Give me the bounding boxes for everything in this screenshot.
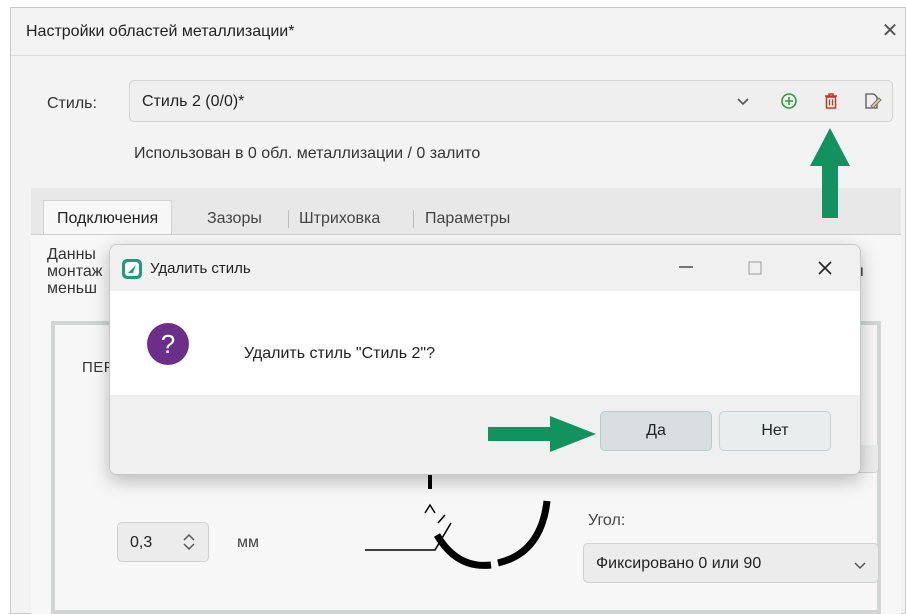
dialog-title-bar: Удалить стиль	[110, 245, 860, 291]
tab-hatching[interactable]: Штриховка	[299, 200, 380, 234]
tab-hatching-label: Штриховка	[299, 210, 381, 227]
dialog-message: Удалить стиль "Стиль 2"?	[244, 345, 436, 362]
svg-text:?: ?	[161, 329, 175, 359]
unit-label: мм	[237, 534, 259, 551]
chevron-down-icon[interactable]	[734, 92, 752, 110]
tab-bar: Подключения Зазоры Штриховка Параметры	[31, 188, 901, 234]
tab-clearances-label: Зазоры	[207, 210, 262, 227]
yes-button[interactable]: Да	[600, 411, 712, 451]
style-select-value: Стиль 2 (0/0)*	[142, 93, 245, 110]
tab-separator	[413, 210, 414, 228]
angle-value: Фиксировано 0 или 90	[596, 555, 762, 572]
tab-connections[interactable]: Подключения	[43, 200, 173, 234]
add-circle-icon[interactable]	[778, 90, 800, 112]
close-icon[interactable]	[814, 257, 836, 279]
trash-icon[interactable]	[820, 90, 842, 112]
width-stepper[interactable]: 0,3	[117, 522, 209, 562]
close-icon[interactable]: ✕	[879, 20, 901, 42]
edit-icon[interactable]	[861, 90, 883, 112]
style-label: Стиль:	[47, 95, 97, 112]
tab-separator	[288, 210, 289, 228]
window-title: Настройки областей металлизации*	[26, 23, 295, 40]
annotation-arrow-up-icon	[810, 128, 850, 218]
width-value: 0,3	[130, 534, 153, 551]
app-icon	[122, 259, 142, 279]
delete-style-dialog: Удалить стиль ? Удалить стиль "Стиль 2"?…	[109, 244, 861, 475]
minimize-icon[interactable]	[676, 257, 696, 277]
angle-label: Угол:	[588, 512, 626, 529]
tab-parameters-label: Параметры	[425, 210, 511, 227]
tab-clearances[interactable]: Зазоры	[207, 200, 262, 234]
no-button[interactable]: Нет	[719, 411, 831, 451]
angle-select[interactable]: Фиксировано 0 или 90	[583, 543, 879, 583]
tab-connections-label: Подключения	[57, 210, 159, 227]
title-bar: Настройки областей металлизации* ✕	[11, 8, 905, 56]
question-icon: ?	[147, 323, 189, 365]
style-select[interactable]: Стиль 2 (0/0)*	[129, 80, 893, 122]
maximize-icon[interactable]	[746, 259, 764, 277]
dialog-title: Удалить стиль	[150, 260, 251, 277]
tab-parameters[interactable]: Параметры	[425, 200, 510, 234]
stepper-arrows-icon[interactable]	[180, 531, 198, 553]
thermal-diagram	[365, 475, 551, 569]
annotation-arrow-right-icon	[488, 416, 596, 452]
usage-info: Использован в 0 обл. металлизации / 0 за…	[134, 145, 481, 162]
chevron-down-icon[interactable]	[852, 557, 868, 573]
